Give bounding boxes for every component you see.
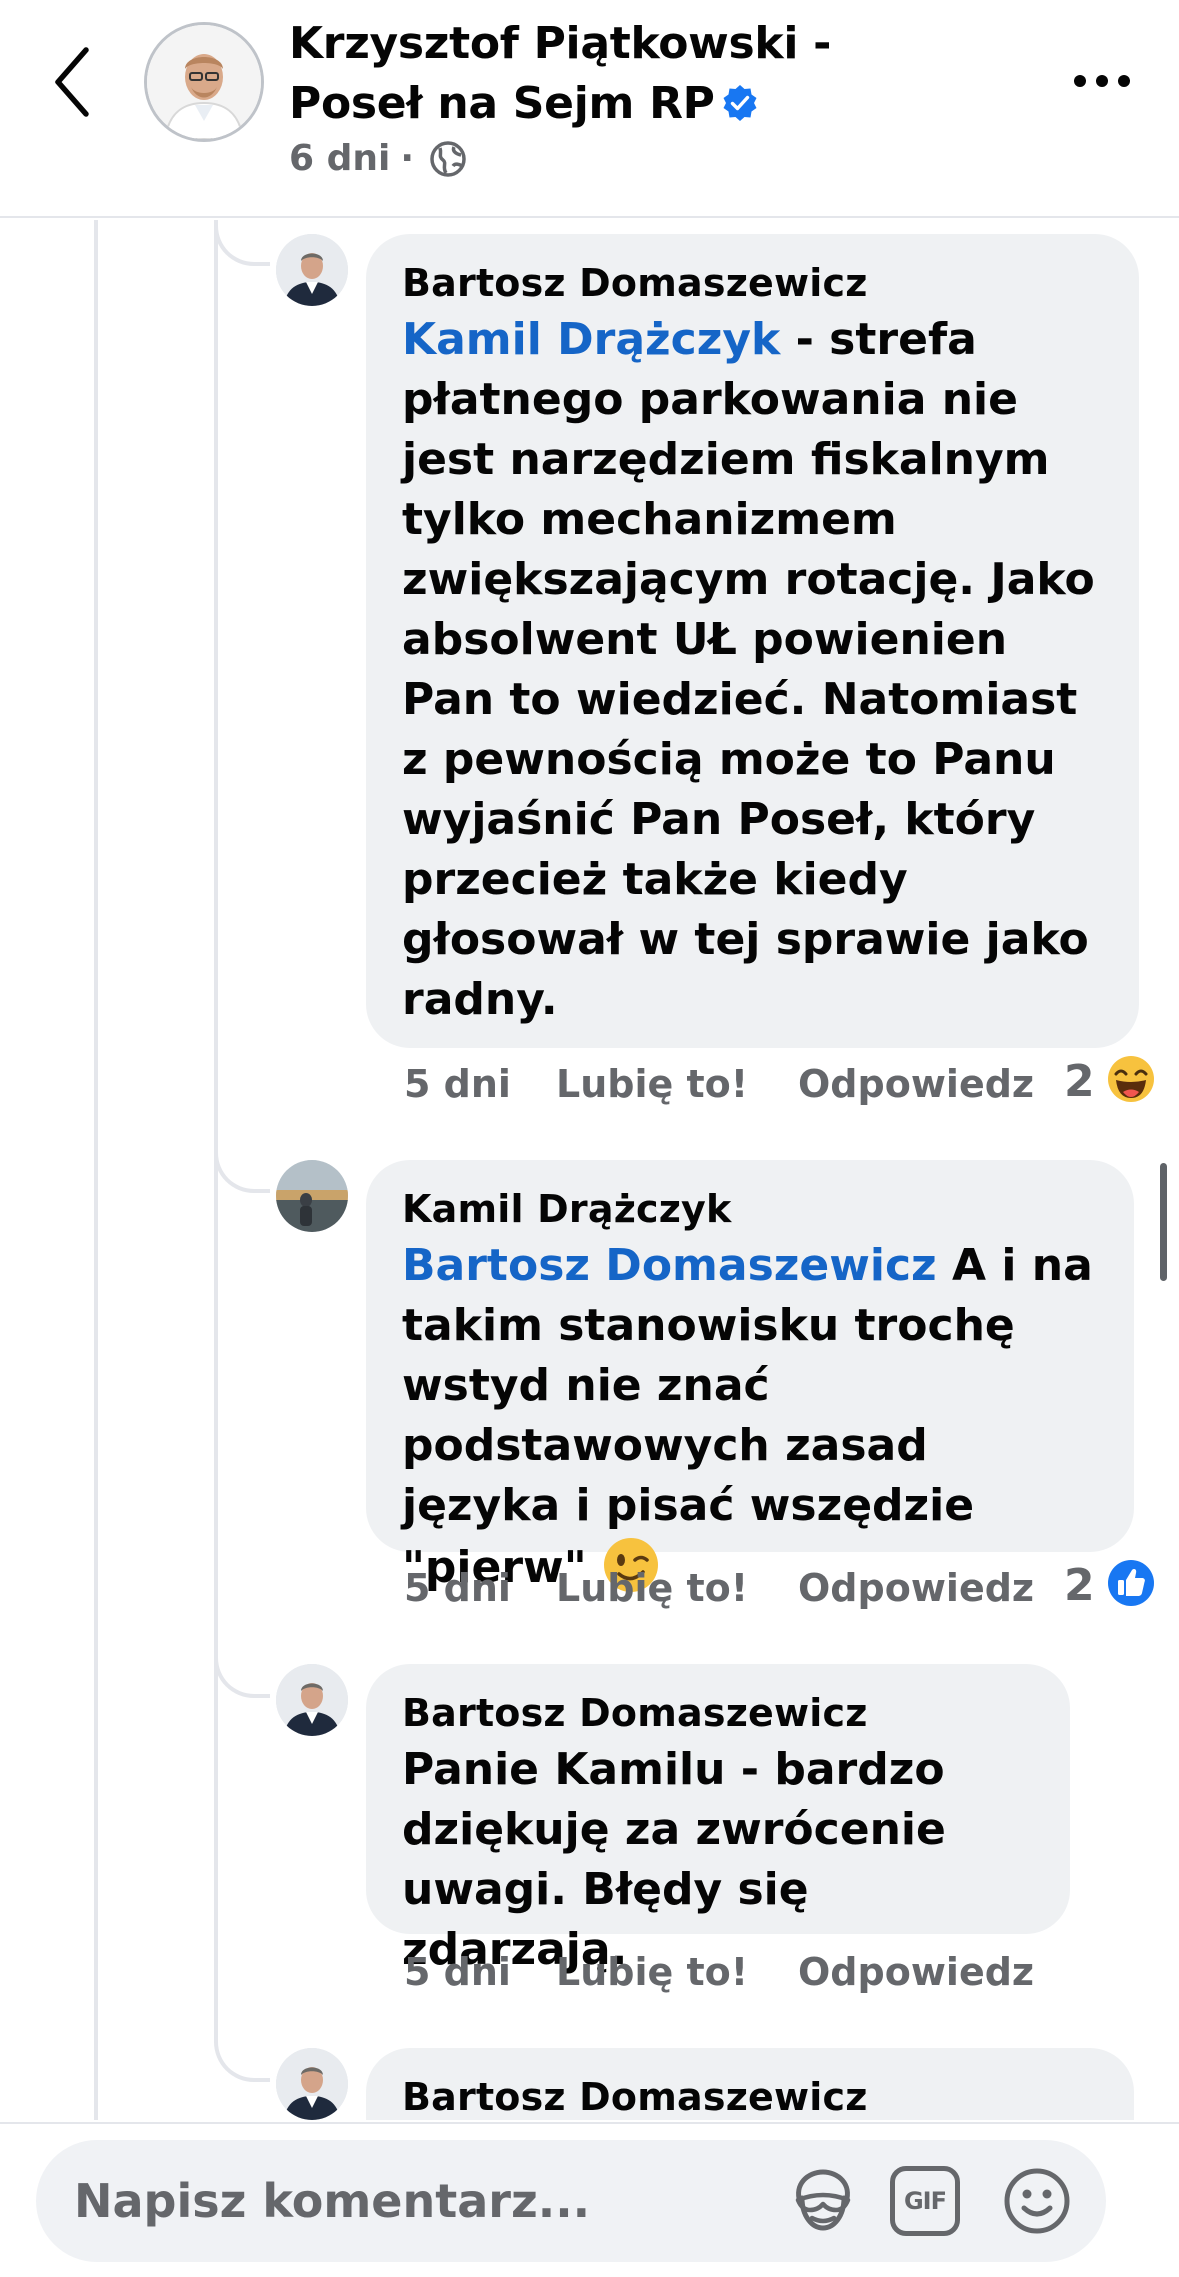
like-thumb-icon[interactable] [1106,1558,1156,1608]
globe-icon [430,140,466,177]
comment-time[interactable]: 5 dni [404,1566,511,1610]
person-photo-icon [276,1160,348,1232]
comment-actions: 5 dni Lubię to! Odpowiedz 2 [404,1560,1174,1626]
page-avatar[interactable] [144,22,264,142]
commenter-avatar[interactable] [276,2048,348,2120]
post-meta: 6 dni · [289,138,468,179]
mention-link[interactable]: Bartosz Domaszewicz [402,1240,937,1291]
commenter-avatar[interactable] [276,234,348,306]
post-age[interactable]: 6 dni [289,138,390,179]
comment-composer: GIF [0,2122,1179,2277]
like-button[interactable]: Lubię to! [556,1950,748,1994]
comment-bubble[interactable]: Bartosz Domaszewicz [366,2048,1134,2120]
commenter-avatar[interactable] [276,1160,348,1232]
thread-line [214,220,218,2040]
comment-actions: 5 dni Lubię to! Odpowiedz 2 [404,1056,1174,1122]
gif-button[interactable]: GIF [890,2166,960,2236]
comment-time[interactable]: 5 dni [404,1950,511,1994]
comment-author[interactable]: Bartosz Domaszewicz [402,256,1103,310]
commenter-avatar[interactable] [276,1664,348,1736]
like-button[interactable]: Lubię to! [556,1062,748,1106]
reply-connector [214,220,270,266]
comment-body: A i na takim stanowisku trochę wstyd nie… [402,1240,1093,1593]
person-photo-icon [276,2048,348,2120]
comment-actions: 5 dni Lubię to! Odpowiedz [404,1950,1084,2010]
comment-text: Bartosz Domaszewicz A i na takim stanowi… [402,1236,1098,1598]
composer-box[interactable]: GIF [36,2140,1106,2262]
comment-bubble[interactable]: Kamil Drążczyk Bartosz Domaszewicz A i n… [366,1160,1134,1593]
comment-time[interactable]: 5 dni [404,1062,511,1106]
reaction-count[interactable]: 2 [1064,1056,1095,1107]
person-photo-icon [276,1664,348,1736]
haha-emoji-icon[interactable] [1106,1054,1156,1104]
post-header: Krzysztof Piątkowski - Poseł na Sejm RP … [0,0,1179,218]
reply-connector [214,1147,270,1193]
reply-connector [214,1652,270,1698]
mention-link[interactable]: Kamil Drążczyk [402,314,780,365]
reply-button[interactable]: Odpowiedz [798,1950,1034,1994]
page-name[interactable]: Krzysztof Piątkowski - Poseł na Sejm RP [289,14,929,134]
comment-input[interactable] [74,2166,754,2236]
reaction-count[interactable]: 2 [1064,1560,1095,1611]
reply-connector [214,2036,270,2082]
reply-button[interactable]: Odpowiedz [798,1566,1034,1610]
thread-line [94,220,98,2120]
person-photo-icon [276,234,348,306]
person-photo-icon [147,25,261,139]
comment-thread[interactable]: Bartosz Domaszewicz Kamil Drążczyk - str… [0,220,1179,2120]
comment-text: Panie Kamilu - bardzo dziękuję za zwróce… [402,1744,946,1975]
comment-body: - strefa płatnego parkowania nie jest na… [402,314,1095,1025]
comment-author[interactable]: Kamil Drążczyk [402,1182,1098,1236]
comment-text: Kamil Drążczyk - strefa płatnego parkowa… [402,310,1103,1030]
more-dots-icon[interactable] [1072,66,1132,96]
verified-badge-icon [723,85,757,121]
reply-button[interactable]: Odpowiedz [798,1062,1034,1106]
meta-separator: · [400,138,415,179]
gif-label: GIF [903,2187,947,2215]
avatar-sticker-icon[interactable] [784,2162,862,2240]
smiley-icon[interactable] [998,2162,1076,2240]
comment-author[interactable]: Bartosz Domaszewicz [402,2070,1098,2120]
back-arrow-icon[interactable] [48,44,98,120]
comment-bubble[interactable]: Bartosz Domaszewicz Panie Kamilu - bardz… [366,1664,1070,1975]
comment-author[interactable]: Bartosz Domaszewicz [402,1686,1034,1740]
like-button[interactable]: Lubię to! [556,1566,748,1610]
comment-bubble[interactable]: Bartosz Domaszewicz Kamil Drążczyk - str… [366,234,1139,1048]
scrollbar[interactable] [1160,1163,1167,1281]
